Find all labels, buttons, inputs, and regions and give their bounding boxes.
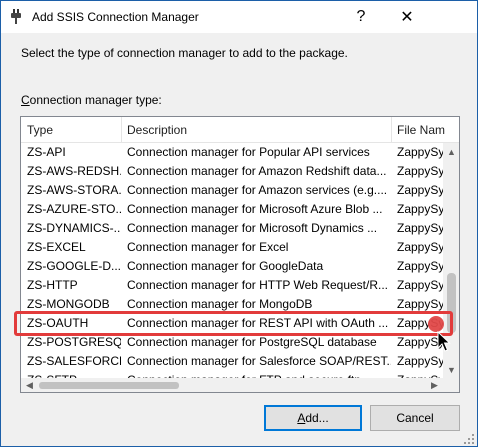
add-ssis-connection-manager-dialog: Add SSIS Connection Manager ? ✕ Select t…	[0, 0, 478, 447]
list-item[interactable]: ZS-OAUTH Connection manager for REST API …	[21, 314, 443, 333]
list-item[interactable]: ZS-MONGODB Connection manager for MongoDB…	[21, 295, 443, 314]
column-header-file-name[interactable]: File Nam	[391, 117, 459, 143]
label-text: onnection manager type:	[29, 93, 162, 107]
row-type-cell: ZS-SALESFORCE	[27, 354, 121, 368]
row-description-cell: Connection manager for GoogleData	[127, 259, 324, 273]
row-file-name-cell: ZappySy	[397, 278, 443, 292]
window-title: Add SSIS Connection Manager	[32, 10, 199, 24]
row-file-name-cell: ZappySy	[397, 183, 443, 197]
scroll-left-icon[interactable]: ◀	[21, 378, 38, 392]
row-type-cell: ZS-AZURE-STO...	[27, 202, 121, 216]
list-item[interactable]: ZS-AZURE-STO... Connection manager for Mi…	[21, 200, 443, 219]
instruction-text: Select the type of connection manager to…	[21, 46, 348, 60]
row-description-cell: Connection manager for PostgreSQL databa…	[127, 335, 377, 349]
row-type-cell: ZS-GOOGLE-D...	[27, 259, 121, 273]
row-description-cell: Connection manager for Salesforce SOAP/R…	[127, 354, 391, 368]
connection-manager-type-label: Connection manager type:	[21, 93, 162, 107]
row-file-name-cell: ZappySy	[397, 297, 443, 311]
row-type-cell: ZS-DYNAMICS-...	[27, 221, 121, 235]
title-bar[interactable]: Add SSIS Connection Manager ? ✕	[1, 1, 477, 33]
row-type-cell: ZS-POSTGRESQL	[27, 335, 121, 349]
row-description-cell: Connection manager for HTTP Web Request/…	[127, 278, 389, 292]
row-type-cell: ZS-MONGODB	[27, 297, 110, 311]
connection-manager-type-list[interactable]: Type Description File Nam ZS-API Connecti…	[20, 116, 460, 393]
list-header: Type Description File Nam	[21, 117, 459, 143]
row-description-cell: Connection manager for REST API with OAu…	[127, 316, 389, 330]
row-type-cell: ZS-OAUTH	[27, 316, 89, 330]
resize-grip-icon[interactable]	[463, 433, 475, 445]
list-item[interactable]: ZS-AWS-STORA... Connection manager for Am…	[21, 181, 443, 200]
row-type-cell: ZS-API	[27, 145, 66, 159]
row-file-name-cell: ZappySy	[397, 259, 443, 273]
row-file-name-cell: ZappySy	[397, 240, 443, 254]
list-item[interactable]: ZS-API Connection manager for Popular API…	[21, 143, 443, 162]
row-file-name-cell: ZappySy	[397, 145, 443, 159]
column-header-description[interactable]: Description	[121, 117, 391, 143]
close-icon: ✕	[400, 9, 414, 26]
add-mnemonic: A	[297, 411, 306, 425]
close-button[interactable]: ✕	[384, 1, 430, 33]
scroll-right-icon[interactable]: ▶	[426, 378, 443, 392]
list-item[interactable]: ZS-SALESFORCE Connection manager for Sale…	[21, 352, 443, 371]
row-description-cell: Connection manager for Excel	[127, 240, 289, 254]
label-mnemonic: C	[21, 93, 30, 107]
mouse-cursor-icon	[437, 331, 451, 352]
list-rows: ZS-API Connection manager for Popular API…	[21, 143, 443, 379]
row-description-cell: Connection manager for Amazon services (…	[127, 183, 388, 197]
add-button[interactable]: Add...	[264, 405, 362, 431]
row-type-cell: ZS-AWS-STORA...	[27, 183, 121, 197]
row-file-name-cell: ZappySy	[397, 221, 443, 235]
vertical-scroll-thumb[interactable]	[447, 273, 456, 333]
list-item[interactable]: ZS-AWS-REDSH... Connection manager for Am…	[21, 162, 443, 181]
column-header-type[interactable]: Type	[21, 117, 121, 143]
row-file-name-cell: ZappySy	[397, 164, 443, 178]
row-type-cell: ZS-HTTP	[27, 278, 78, 292]
scrollbar-corner	[443, 378, 459, 392]
list-item[interactable]: ZS-POSTGRESQL Connection manager for Post…	[21, 333, 443, 352]
cancel-button[interactable]: Cancel	[370, 405, 460, 431]
row-type-cell: ZS-EXCEL	[27, 240, 86, 254]
list-item[interactable]: ZS-EXCEL Connection manager for Excel Zapp…	[21, 238, 443, 257]
list-item[interactable]: ZS-DYNAMICS-... Connection manager for Mi…	[21, 219, 443, 238]
row-type-cell: ZS-AWS-REDSH...	[27, 164, 121, 178]
row-description-cell: Connection manager for MongoDB	[127, 297, 313, 311]
row-file-name-cell: ZappySy	[397, 335, 443, 349]
list-item[interactable]: ZS-HTTP Connection manager for HTTP Web R…	[21, 276, 443, 295]
row-description-cell: Connection manager for Amazon Redshift d…	[127, 164, 387, 178]
row-description-cell: Connection manager for Microsoft Azure B…	[127, 202, 383, 216]
horizontal-scroll-thumb[interactable]	[39, 382, 179, 389]
ssis-app-icon	[11, 9, 21, 24]
row-description-cell: Connection manager for Popular API servi…	[127, 145, 370, 159]
row-file-name-cell: ZappySy	[397, 354, 443, 368]
scroll-down-icon[interactable]: ▼	[443, 361, 459, 378]
row-file-name-cell: ZappySy	[397, 202, 443, 216]
add-label: dd...	[305, 411, 329, 425]
row-description-cell: Connection manager for Microsoft Dynamic…	[127, 221, 378, 235]
help-button[interactable]: ?	[338, 1, 384, 33]
list-item[interactable]: ZS-GOOGLE-D... Connection manager for Goo…	[21, 257, 443, 276]
horizontal-scrollbar[interactable]: ◀ ▶	[21, 378, 443, 392]
help-icon: ?	[356, 8, 366, 25]
scroll-up-icon[interactable]: ▲	[443, 143, 459, 160]
click-indicator-icon	[428, 316, 444, 332]
